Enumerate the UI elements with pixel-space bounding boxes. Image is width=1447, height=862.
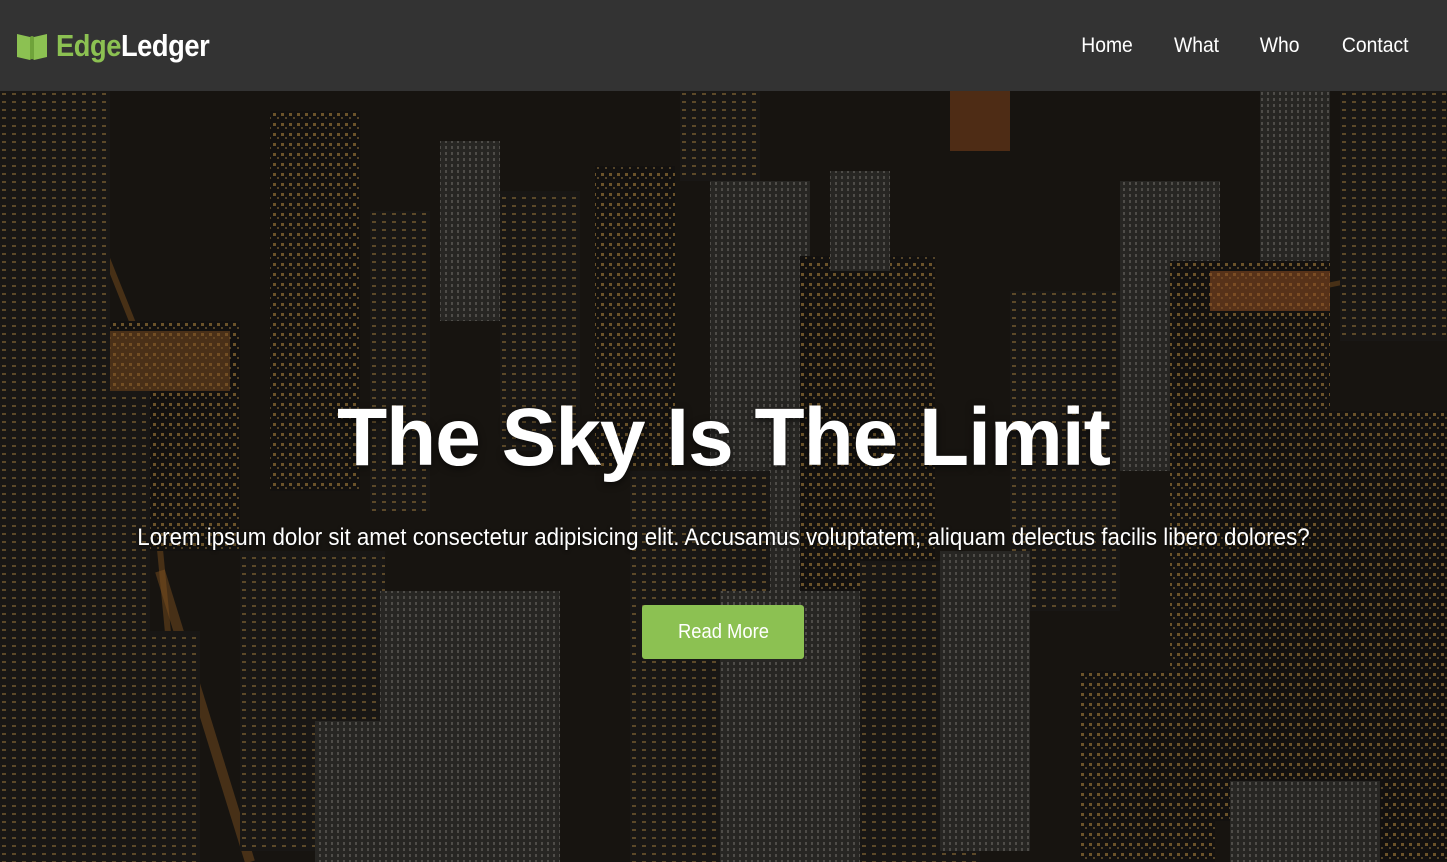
read-more-button-label: Read More xyxy=(677,620,769,643)
brand-name-ledger: Ledger xyxy=(120,27,210,63)
hero-subtitle: Lorem ipsum dolor sit amet consectetur a… xyxy=(137,524,1310,551)
nav-item-who: Who xyxy=(1258,34,1301,58)
hero-section: The Sky Is The Limit Lorem ipsum dolor s… xyxy=(0,91,1447,862)
nav-item-home: Home xyxy=(1079,34,1135,58)
brand-name: EdgeLedger xyxy=(56,27,210,64)
read-more-button[interactable]: Read More xyxy=(642,605,804,659)
nav-link-home[interactable]: Home xyxy=(1082,34,1134,58)
brand-logo[interactable]: EdgeLedger xyxy=(16,28,230,64)
page: EdgeLedger Home What Who Contact The Sky… xyxy=(0,0,1447,862)
nav-menu: Home What Who Contact xyxy=(1079,34,1411,58)
hero-title: The Sky Is The Limit xyxy=(337,392,1111,483)
nav-link-contact[interactable]: Contact xyxy=(1342,34,1409,58)
nav-item-what: What xyxy=(1172,34,1221,58)
nav-link-what[interactable]: What xyxy=(1174,34,1219,58)
navbar: EdgeLedger Home What Who Contact xyxy=(0,0,1447,91)
nav-item-contact: Contact xyxy=(1339,34,1411,58)
nav-link-who[interactable]: Who xyxy=(1260,34,1300,58)
hero-content: The Sky Is The Limit Lorem ipsum dolor s… xyxy=(0,91,1447,862)
brand-name-edge: Edge xyxy=(56,27,121,63)
open-book-icon xyxy=(16,30,48,62)
